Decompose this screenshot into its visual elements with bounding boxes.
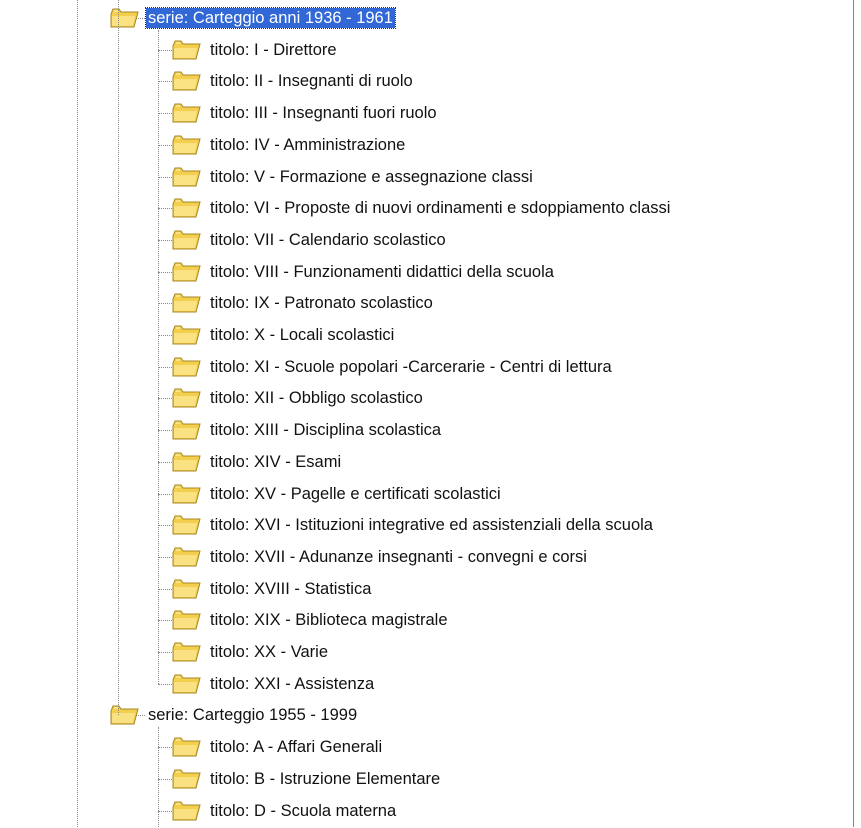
- series-1-child-1-label: titolo: B - Istruzione Elementare: [210, 769, 441, 788]
- folder-icon: [170, 513, 202, 537]
- series-0-child-19[interactable]: titolo: XX - Varie: [170, 640, 330, 664]
- series-0-child-3-label: titolo: IV - Amministrazione: [210, 135, 406, 154]
- series-0-child-0[interactable]: titolo: I - Direttore: [170, 38, 339, 62]
- folder-icon: [170, 355, 202, 379]
- series-0-child-14-label: titolo: XV - Pagelle e certificati scola…: [210, 484, 501, 503]
- series-0-child-9-label: titolo: X - Locali scolastici: [210, 326, 395, 344]
- series-node-0[interactable]: serie: Carteggio anni 1936 - 1961: [108, 6, 396, 30]
- series-0-child-8-label: titolo: IX - Patronato scolastico: [210, 294, 433, 313]
- series-1-child-0[interactable]: titolo: A - Affari Generali: [170, 735, 384, 759]
- series-0-child-11-label: titolo: XII - Obbligo scolastico: [210, 389, 423, 408]
- series-0-child-2-label: titolo: III - Insegnanti fuori ruolo: [210, 104, 437, 123]
- series-0-child-8[interactable]: titolo: IX - Patronato scolastico: [170, 291, 435, 315]
- series-0-child-15[interactable]: titolo: XVI - Istituzioni integrative ed…: [170, 513, 655, 537]
- folder-icon: [170, 101, 202, 125]
- series-0-child-5-label: titolo: VI - Proposte di nuovi ordinamen…: [210, 199, 671, 218]
- folder-icon: [170, 196, 202, 220]
- series-1-child-1[interactable]: titolo: B - Istruzione Elementare: [170, 767, 442, 791]
- series-1-children-line: [158, 727, 159, 827]
- folder-icon: [170, 228, 202, 252]
- series-0-child-6[interactable]: titolo: VII - Calendario scolastico: [170, 228, 448, 252]
- folder-icon: [170, 418, 202, 442]
- series-trunk-line: [118, 0, 119, 716]
- series-0-child-20[interactable]: titolo: XXI - Assistenza: [170, 672, 376, 696]
- series-node-1-label: serie: Carteggio 1955 - 1999: [148, 706, 358, 725]
- folder-icon: [170, 672, 202, 696]
- series-0-child-7-label: titolo: VIII - Funzionamenti didattici d…: [210, 262, 554, 281]
- folder-icon: [170, 323, 202, 347]
- series-0-child-18-label: titolo: XIX - Biblioteca magistrale: [210, 611, 448, 630]
- series-0-child-13-label: titolo: XIV - Esami: [210, 452, 342, 471]
- folder-icon: [170, 69, 202, 93]
- folder-icon: [170, 482, 202, 506]
- folder-icon: [170, 260, 202, 284]
- series-0-child-4[interactable]: titolo: V - Formazione e assegnazione cl…: [170, 165, 535, 189]
- series-0-child-13[interactable]: titolo: XIV - Esami: [170, 450, 343, 474]
- folder-icon: [170, 577, 202, 601]
- series-0-child-19-label: titolo: XX - Varie: [210, 643, 328, 661]
- series-0-child-9[interactable]: titolo: X - Locali scolastici: [170, 323, 396, 347]
- series-0-child-7[interactable]: titolo: VIII - Funzionamenti didattici d…: [170, 260, 556, 284]
- series-0-child-1[interactable]: titolo: II - Insegnanti di ruolo: [170, 69, 415, 93]
- folder-icon: [170, 386, 202, 410]
- series-1-child-2[interactable]: titolo: D - Scuola materna: [170, 799, 398, 823]
- folder-icon: [170, 291, 202, 315]
- series-node-1[interactable]: serie: Carteggio 1955 - 1999: [108, 703, 359, 727]
- folder-icon: [170, 640, 202, 664]
- folder-icon: [170, 799, 202, 823]
- folder-icon: [108, 6, 140, 30]
- folder-icon: [170, 608, 202, 632]
- series-0-child-11[interactable]: titolo: XII - Obbligo scolastico: [170, 386, 425, 410]
- series-0-child-6-label: titolo: VII - Calendario scolastico: [210, 230, 446, 249]
- tree-frame-left-border: [77, 0, 78, 827]
- folder-icon: [170, 767, 202, 791]
- tree-frame-right-border: [853, 0, 854, 827]
- series-0-child-4-label: titolo: V - Formazione e assegnazione cl…: [210, 167, 533, 186]
- folder-icon: [170, 450, 202, 474]
- series-0-child-14[interactable]: titolo: XV - Pagelle e certificati scola…: [170, 482, 503, 506]
- series-0-child-5[interactable]: titolo: VI - Proposte di nuovi ordinamen…: [170, 196, 672, 220]
- series-0-child-0-label: titolo: I - Direttore: [210, 40, 337, 59]
- series-0-child-10-label: titolo: XI - Scuole popolari -Carcerarie…: [210, 357, 612, 376]
- folder-icon: [170, 735, 202, 759]
- series-0-child-16-label: titolo: XVII - Adunanze insegnanti - con…: [210, 547, 587, 566]
- series-0-child-17-label: titolo: XVIII - Statistica: [210, 579, 372, 598]
- folder-icon: [170, 545, 202, 569]
- series-0-child-12[interactable]: titolo: XIII - Disciplina scolastica: [170, 418, 443, 442]
- series-0-child-2[interactable]: titolo: III - Insegnanti fuori ruolo: [170, 101, 439, 125]
- series-0-child-17[interactable]: titolo: XVIII - Statistica: [170, 577, 373, 601]
- series-0-child-16[interactable]: titolo: XVII - Adunanze insegnanti - con…: [170, 545, 589, 569]
- series-0-child-1-label: titolo: II - Insegnanti di ruolo: [210, 72, 413, 91]
- folder-icon: [170, 165, 202, 189]
- series-0-children-line: [158, 30, 159, 684]
- series-node-0-label: serie: Carteggio anni 1936 - 1961: [145, 7, 396, 29]
- archive-tree-view[interactable]: serie: Carteggio anni 1936 - 1961 titolo:…: [0, 0, 861, 827]
- series-1-child-0-label: titolo: A - Affari Generali: [210, 738, 383, 757]
- series-0-child-3[interactable]: titolo: IV - Amministrazione: [170, 133, 407, 157]
- series-0-child-18[interactable]: titolo: XIX - Biblioteca magistrale: [170, 608, 450, 632]
- folder-icon: [108, 703, 140, 727]
- folder-icon: [170, 38, 202, 62]
- series-0-child-15-label: titolo: XVI - Istituzioni integrative ed…: [210, 516, 653, 535]
- series-0-child-20-label: titolo: XXI - Assistenza: [210, 674, 375, 693]
- series-1-child-2-label: titolo: D - Scuola materna: [210, 801, 397, 820]
- series-0-child-12-label: titolo: XIII - Disciplina scolastica: [210, 421, 442, 440]
- folder-icon: [170, 133, 202, 157]
- series-0-child-10[interactable]: titolo: XI - Scuole popolari -Carcerarie…: [170, 355, 614, 379]
